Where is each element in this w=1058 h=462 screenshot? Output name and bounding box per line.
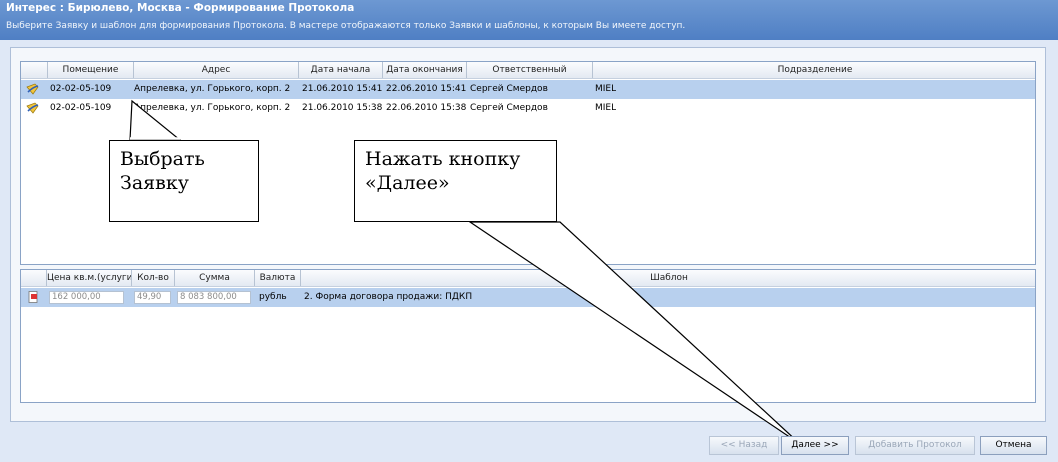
next-button[interactable]: Далее >> [781,436,849,455]
press-next-callout: Нажать кнопку «Далее» [354,140,557,222]
column-header-department[interactable]: Подразделение [593,62,1037,78]
cell-currency: рубль [259,292,287,302]
sum-field[interactable]: 8 083 800,00 [177,291,251,304]
icon-column-header [21,62,48,78]
column-header-sum[interactable]: Сумма [175,270,255,286]
select-request-callout: Выбрать Заявку [109,140,259,222]
cancel-button[interactable]: Отмена [980,436,1047,455]
column-header-start-date[interactable]: Дата начала [299,62,383,78]
cell-start-date: 21.06.2010 15:41 [302,84,383,94]
icon-column-header [21,270,47,286]
column-header-room[interactable]: Помещение [48,62,134,78]
column-header-price[interactable]: Цена кв.м.(услуги) [47,270,132,286]
request-icon [26,83,39,95]
table-row[interactable]: 02-02-05-109 Апрелевка, ул. Горького, ко… [21,80,1035,99]
cell-address: Апрелевка, ул. Горького, корп. 2 [134,103,291,113]
cell-department: MIEL [595,103,617,113]
cell-responsible: Сергей Смердов [470,103,548,113]
column-header-currency[interactable]: Валюта [255,270,301,286]
window-header: Интерес : Бирюлево, Москва - Формировани… [0,0,1058,40]
column-header-template[interactable]: Шаблон [301,270,1037,286]
back-button[interactable]: << Назад [709,436,779,455]
cell-address: Апрелевка, ул. Горького, корп. 2 [134,84,291,94]
cell-template: 2. Форма договора продажи: ПДКП [304,292,473,302]
templates-grid-header: Цена кв.м.(услуги) Кол-во Сумма Валюта Ш… [21,270,1035,287]
column-header-address[interactable]: Адрес [134,62,299,78]
templates-grid: Цена кв.м.(услуги) Кол-во Сумма Валюта Ш… [20,269,1036,403]
window-title: Интерес : Бирюлево, Москва - Формировани… [6,2,355,14]
table-row[interactable]: 02-02-05-109 Апрелевка, ул. Горького, ко… [21,99,1035,118]
column-header-end-date[interactable]: Дата окончания [383,62,467,78]
cell-department: MIEL [595,84,617,94]
cell-start-date: 21.06.2010 15:38 [302,103,383,113]
cell-room: 02-02-05-109 [50,103,112,113]
cell-room: 02-02-05-109 [50,84,112,94]
cell-end-date: 22.06.2010 15:41 [386,84,467,94]
window-subtitle: Выберите Заявку и шаблон для формировани… [6,21,686,31]
column-header-responsible[interactable]: Ответственный [467,62,593,78]
cell-responsible: Сергей Смердов [470,84,548,94]
column-header-quantity[interactable]: Кол-во [132,270,175,286]
requests-grid-header: Помещение Адрес Дата начала Дата окончан… [21,62,1035,79]
cell-end-date: 22.06.2010 15:38 [386,103,467,113]
table-row[interactable]: 162 000,00 49,90 8 083 800,00 рубль 2. Ф… [21,288,1035,307]
document-icon [28,291,38,303]
request-icon [26,102,39,114]
add-protocol-button[interactable]: Добавить Протокол [855,436,975,455]
quantity-field[interactable]: 49,90 [134,291,171,304]
price-field[interactable]: 162 000,00 [49,291,124,304]
